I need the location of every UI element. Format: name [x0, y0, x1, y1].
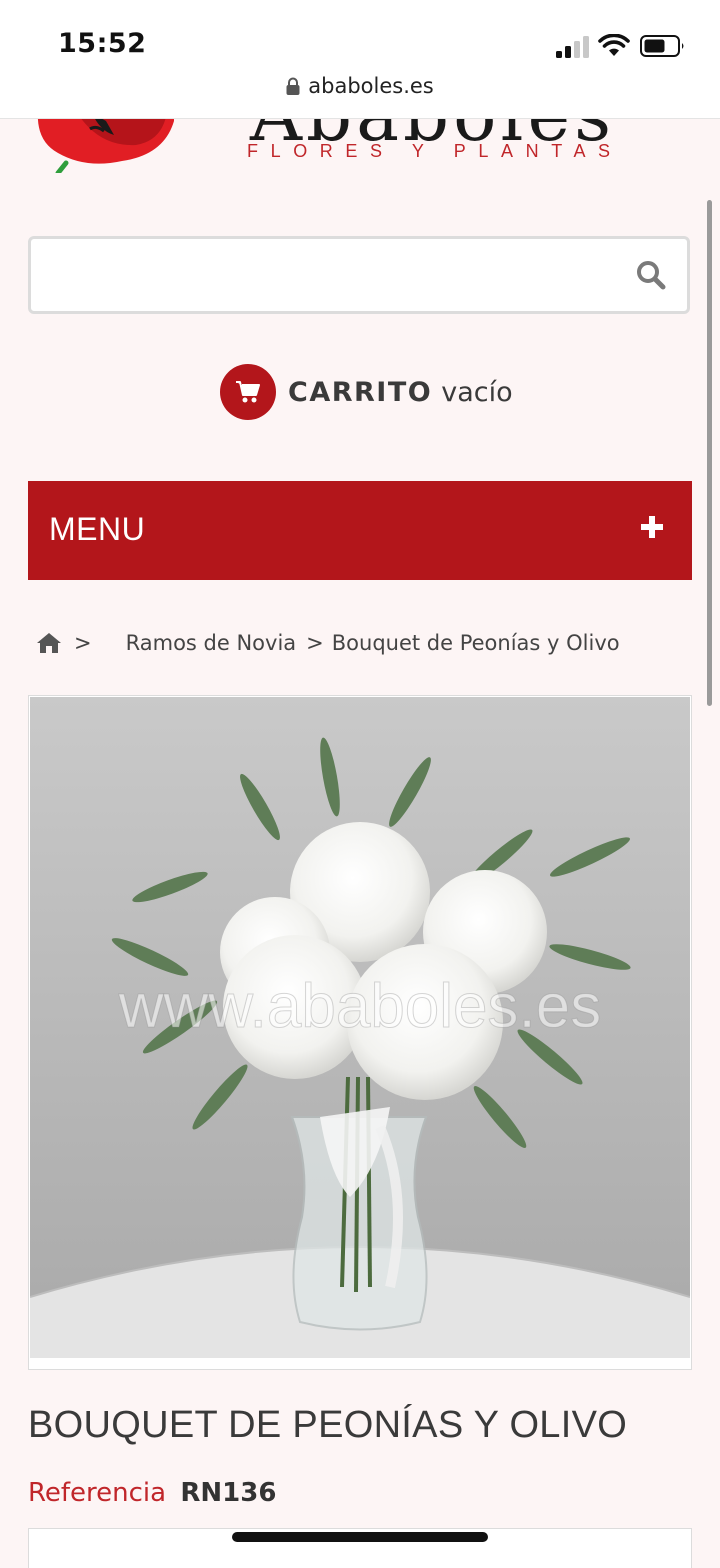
breadcrumb-separator: >: [306, 631, 324, 655]
search-input[interactable]: [45, 249, 609, 303]
home-indicator[interactable]: [232, 1532, 488, 1542]
reference-value: RN136: [180, 1478, 277, 1508]
product-photo: www.ababoles.es: [30, 697, 690, 1358]
breadcrumb: > Ramos de Novia > Bouquet de Peonías y …: [36, 626, 620, 660]
image-watermark: www.ababoles.es: [118, 972, 602, 1041]
lock-icon: [286, 77, 300, 95]
breadcrumb-current: Bouquet de Peonías y Olivo: [331, 631, 620, 655]
brand-tagline: FLORES Y PLANTAS: [247, 141, 623, 161]
menu-label: MENU: [49, 511, 146, 547]
page-scrollbar[interactable]: [707, 200, 712, 706]
cart-status: vacío: [441, 376, 513, 408]
menu-toggle-bar[interactable]: MENU: [28, 481, 692, 580]
search-box: [28, 236, 690, 314]
shopping-cart-icon: [236, 381, 260, 403]
plus-icon[interactable]: [640, 515, 664, 539]
site-logo[interactable]: Ababoles FLORES Y PLANTAS: [0, 119, 720, 189]
cart-button[interactable]: CARRITO vacío: [220, 364, 513, 420]
battery-icon: [640, 35, 684, 57]
wifi-icon: [598, 34, 630, 56]
reference-label: Referencia: [28, 1478, 167, 1508]
product-reference: Referencia RN136: [28, 1478, 276, 1508]
address-bar[interactable]: ababoles.es: [0, 74, 720, 108]
clock: 15:52: [58, 28, 147, 59]
home-icon[interactable]: [36, 631, 62, 655]
product-title: BOUQUET DE PEONÍAS Y OLIVO: [28, 1404, 628, 1446]
url-text: ababoles.es: [308, 74, 434, 98]
poppy-logo-icon: [37, 119, 174, 173]
cart-label: CARRITO: [288, 376, 433, 408]
breadcrumb-separator: >: [74, 631, 92, 655]
search-icon[interactable]: [635, 259, 667, 291]
product-image-frame[interactable]: www.ababoles.es: [28, 695, 692, 1370]
breadcrumb-link-ramos-de-novia[interactable]: Ramos de Novia: [126, 631, 297, 655]
cellular-signal-icon: [556, 36, 589, 58]
status-bar: 15:52 ababoles.es: [0, 0, 720, 119]
cart-icon-badge: [220, 364, 276, 420]
